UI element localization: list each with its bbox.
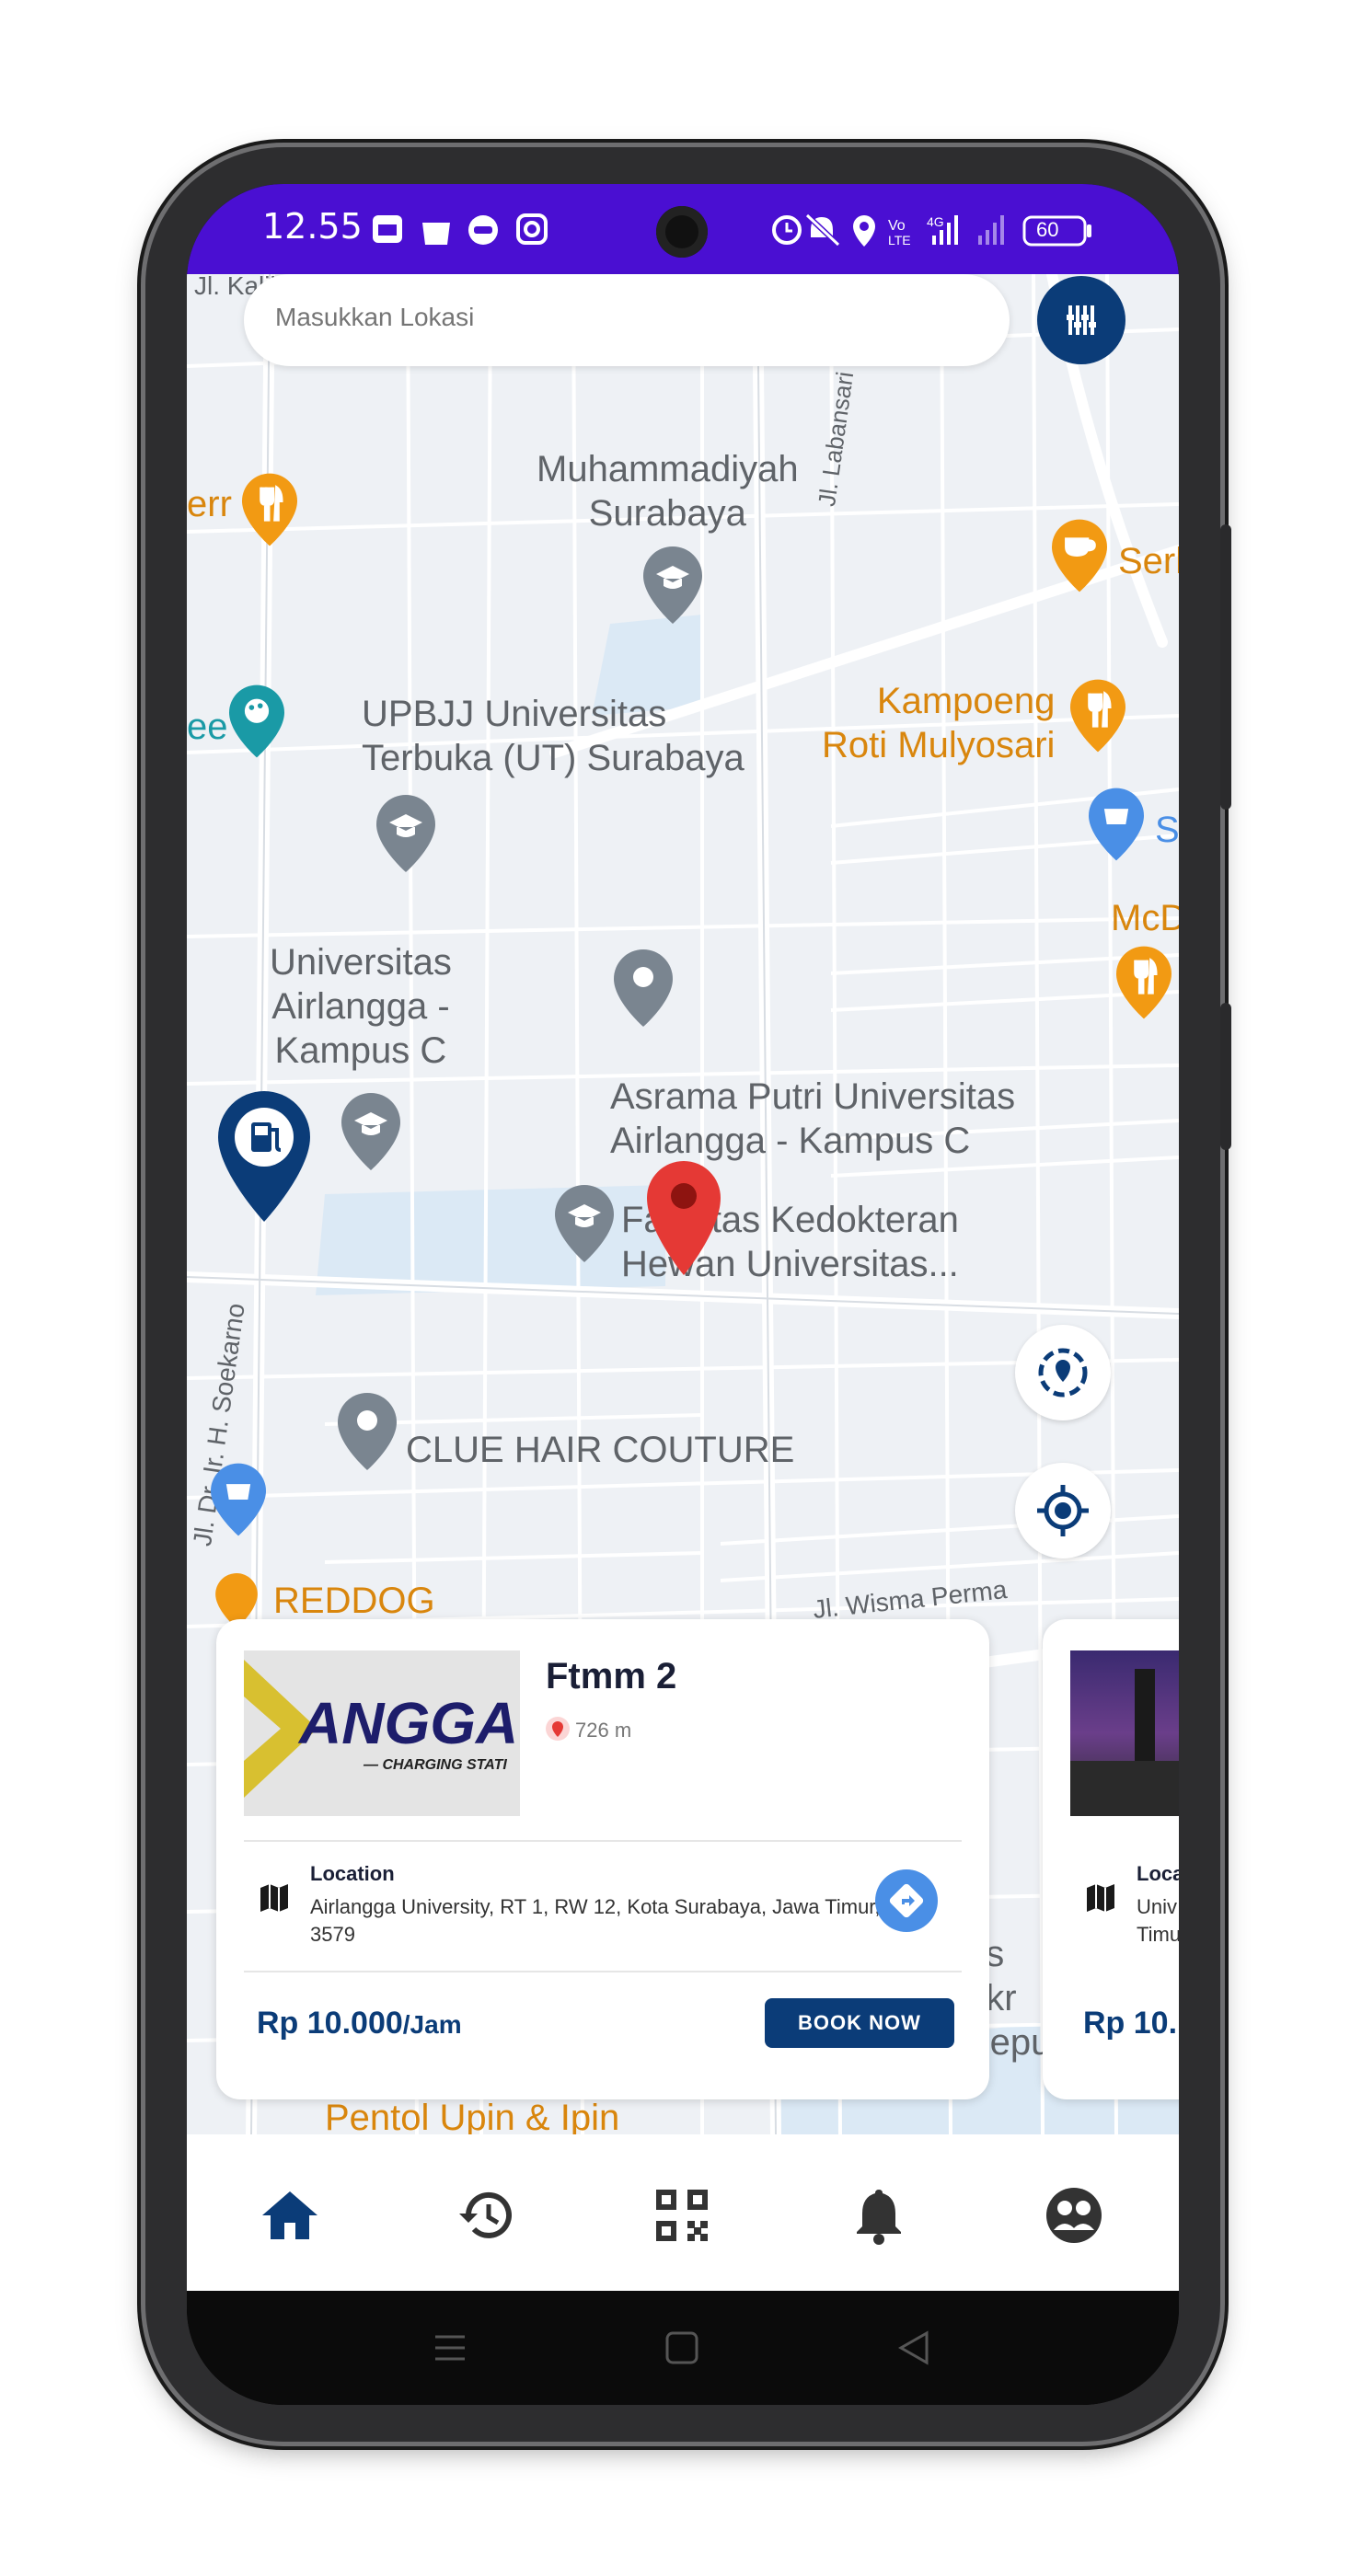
cafe-pin[interactable] <box>1052 519 1107 592</box>
school-pin[interactable] <box>376 795 435 872</box>
directions-icon <box>889 1883 924 1918</box>
place-label-ee: ee <box>187 707 228 747</box>
station-card[interactable]: Loca Univ Timu Rp 10. <box>1043 1619 1179 2099</box>
place-label-reddog: REDDOG <box>273 1581 435 1621</box>
book-now-button[interactable]: BOOK NOW <box>765 1998 954 2048</box>
selected-location-pin[interactable] <box>647 1161 721 1275</box>
gps-icon <box>1037 1485 1089 1536</box>
home-system-icon[interactable] <box>664 2329 700 2366</box>
system-status-icons: Vo LTE 4G <box>772 213 1091 247</box>
svg-text:LTE: LTE <box>888 233 911 247</box>
place-label-upbjj: UPBJJ Universitas Terbuka (UT) Surabaya <box>362 694 744 778</box>
volte-icon: Vo <box>888 218 906 234</box>
qr-code-icon[interactable] <box>649 2182 715 2248</box>
instagram-icon <box>516 213 548 245</box>
recent-apps-icon[interactable] <box>432 2329 468 2366</box>
card-divider <box>244 1840 962 1842</box>
school-pin[interactable] <box>341 1093 400 1170</box>
restaurant-pin[interactable] <box>1116 946 1172 1019</box>
place-label-err: err <box>187 484 232 524</box>
profile-icon[interactable] <box>1041 2182 1107 2248</box>
status-bar: 12.55 Vo LTE 4G 60 <box>187 184 1179 274</box>
school-pin[interactable] <box>643 546 702 624</box>
location-label: Loca <box>1137 1862 1179 1885</box>
signal-4g-icon: 4G <box>927 214 944 229</box>
place-label-kampoeng: Kampoeng Roti Mulyosari <box>822 681 1056 765</box>
art-pin[interactable] <box>229 684 284 758</box>
place-label-mcd: McD <box>1111 898 1179 938</box>
station-address: Airlangga University, RT 1, RW 12, Kota … <box>310 1895 881 1946</box>
restaurant-pin[interactable] <box>1070 679 1125 753</box>
place-label-s: S <box>1155 810 1179 850</box>
place-pin[interactable] <box>614 949 673 1027</box>
distance-pin-icon <box>546 1717 570 1741</box>
system-navigation-bar <box>187 2291 1179 2405</box>
place-pin[interactable] <box>338 1393 397 1470</box>
place-label-serl: Serl <box>1118 541 1179 581</box>
target-location-icon <box>1038 1348 1088 1397</box>
station-price: Rp 10. <box>1083 2006 1178 2041</box>
school-pin[interactable] <box>555 1185 614 1262</box>
station-price: Rp 10.000/Jam <box>257 2006 462 2041</box>
location-search-bar[interactable] <box>244 274 1010 366</box>
station-address: Univ Timu <box>1137 1895 1179 1946</box>
home-icon[interactable] <box>257 2182 323 2248</box>
station-photo <box>1070 1650 1179 1816</box>
filter-button[interactable] <box>1037 276 1125 364</box>
station-logo: ANGGA — CHARGING STATI <box>244 1650 520 1816</box>
signal-icon <box>978 215 1004 245</box>
place-label-airlangga: Universitas Airlangga - Kampus C <box>270 942 452 1071</box>
filter-icon <box>1067 305 1096 335</box>
charging-station-pin[interactable] <box>218 1091 310 1222</box>
directions-button[interactable] <box>875 1869 938 1932</box>
map-icon <box>1087 1884 1114 1912</box>
restaurant-pin[interactable] <box>242 473 297 546</box>
volume-button <box>1220 1003 1231 1150</box>
bell-icon[interactable] <box>846 2182 912 2248</box>
place-label-pentol: Pentol Upin & Ipin <box>325 2098 620 2134</box>
back-icon[interactable] <box>895 2329 932 2366</box>
battery-level: 60 <box>1036 218 1059 241</box>
map-icon <box>260 1884 288 1912</box>
station-distance: 726 m <box>575 1719 632 1742</box>
my-location-button[interactable] <box>1015 1463 1111 1558</box>
shopping-pin[interactable] <box>211 1463 266 1536</box>
history-icon[interactable] <box>454 2182 520 2248</box>
location-search-input[interactable] <box>273 302 976 333</box>
station-logo-text: ANGGA <box>299 1690 519 1756</box>
location-label: Location <box>310 1862 395 1885</box>
place-label-asrama: Asrama Putri Universitas Airlangga - Kam… <box>610 1076 1016 1161</box>
status-time: 12.55 <box>262 206 363 247</box>
bottom-navigation <box>187 2134 1179 2291</box>
notification-icons <box>373 213 548 245</box>
place-label-muhammadiyah: Muhammadiyah Surabaya <box>537 449 799 534</box>
place-label-clue: CLUE HAIR COUTURE <box>406 1430 795 1470</box>
station-logo-subtext: — CHARGING STATI <box>364 1757 507 1773</box>
power-button <box>1220 524 1231 810</box>
shopping-pin[interactable] <box>1089 788 1144 861</box>
phone-frame: 12.55 Vo LTE 4G 60 Jl. Jl. Labansari Jl.… <box>145 147 1231 2442</box>
front-camera <box>656 206 708 258</box>
shopping-bag-icon <box>422 223 450 245</box>
card-divider <box>244 1971 962 1972</box>
phone-screen: 12.55 Vo LTE 4G 60 Jl. Jl. Labansari Jl.… <box>187 184 1179 2405</box>
station-name: Ftmm 2 <box>546 1656 677 1696</box>
station-card[interactable]: ANGGA — CHARGING STATI Ftmm 2 726 m Loca… <box>216 1619 989 2099</box>
recenter-button[interactable] <box>1015 1325 1111 1420</box>
